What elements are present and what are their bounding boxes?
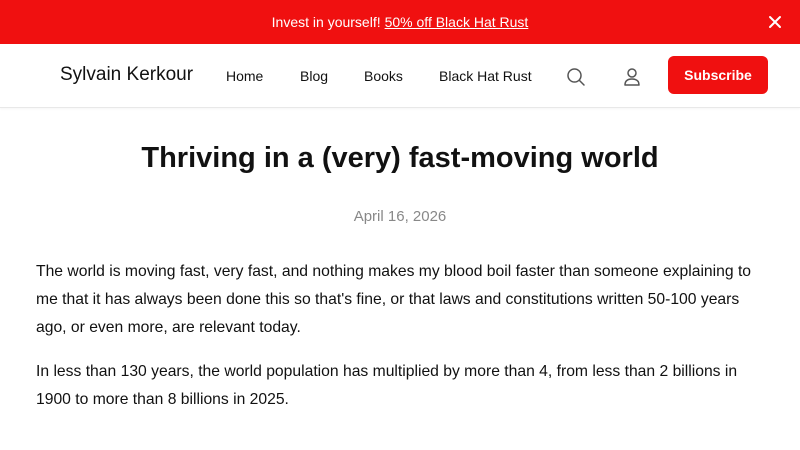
promo-link[interactable]: 50% off Black Hat Rust [385, 14, 529, 30]
site-title[interactable]: Sylvain Kerkour [60, 64, 193, 86]
user-icon[interactable] [621, 66, 643, 88]
post-body: The world is moving fast, very fast, and… [36, 258, 766, 430]
paragraph: In less than 130 years, the world popula… [36, 363, 738, 408]
promo-banner: Invest in yourself! 50% off Black Hat Ru… [0, 0, 800, 44]
nav-books[interactable]: Books [364, 68, 403, 84]
nav-black-hat-rust[interactable]: Black Hat Rust [439, 68, 532, 84]
nav-home[interactable]: Home [226, 68, 263, 84]
search-icon[interactable] [565, 66, 587, 88]
paragraph: The world is moving fast, very fast, and… [36, 263, 752, 336]
site-header: Sylvain Kerkour Home Blog Books Black Ha… [0, 44, 800, 108]
promo-text: Invest in yourself! [271, 14, 381, 30]
subscribe-button[interactable]: Subscribe [668, 56, 768, 94]
post-date: April 16, 2026 [353, 208, 447, 225]
post-title: Thriving in a (very) fast-moving world [141, 142, 659, 174]
close-icon[interactable] [768, 15, 782, 29]
nav-blog[interactable]: Blog [300, 68, 328, 84]
